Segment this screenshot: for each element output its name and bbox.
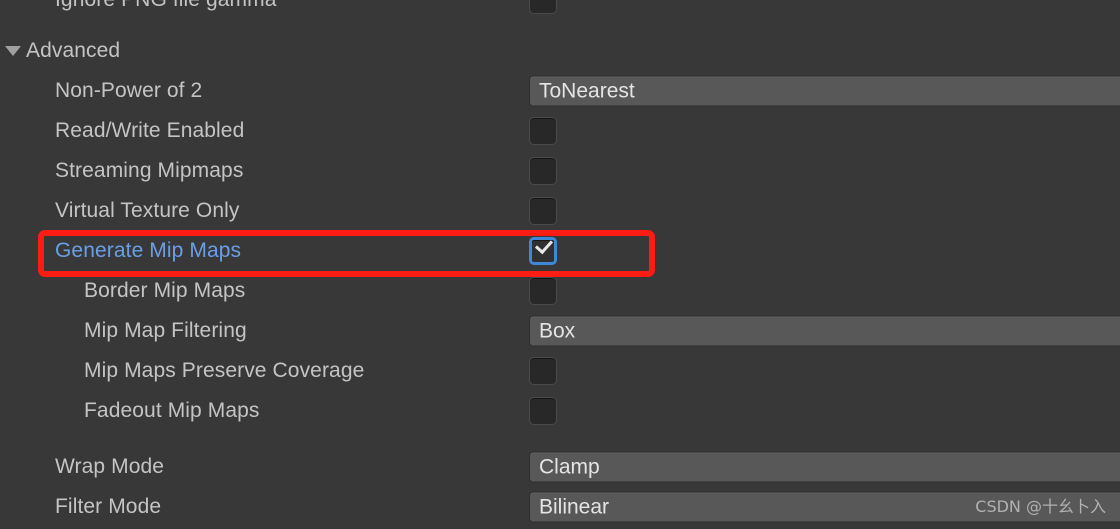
dropdown-wrap-mode[interactable]: Clamp <box>529 451 1120 483</box>
settings-row-read-write-enabled[interactable]: Read/Write Enabled <box>0 111 1120 151</box>
row-label-read-write-enabled: Read/Write Enabled <box>55 119 245 142</box>
settings-row-wrap-mode[interactable]: Wrap Mode Clamp <box>0 447 1120 487</box>
settings-row-filter-mode[interactable]: Filter Mode Bilinear <box>0 487 1120 527</box>
row-label-wrap-mode: Wrap Mode <box>55 455 165 478</box>
row-label-mip-map-filtering: Mip Map Filtering <box>84 319 247 342</box>
checkbox-ignore-png-file-gamma[interactable] <box>529 0 557 14</box>
csdn-watermark: CSDN @十幺卜入 <box>975 497 1106 516</box>
row-label-virtual-texture-only: Virtual Texture Only <box>55 199 240 222</box>
settings-row-advanced[interactable]: Advanced <box>0 31 1120 71</box>
checkbox-streaming-mipmaps[interactable] <box>529 157 557 185</box>
row-label-generate-mip-maps: Generate Mip Maps <box>55 239 242 262</box>
checkmark-icon <box>534 235 554 255</box>
settings-row-mip-map-filtering[interactable]: Mip Map Filtering Box <box>0 311 1120 351</box>
checkbox-fadeout-mip-maps[interactable] <box>529 397 557 425</box>
settings-row-fadeout-mip-maps[interactable]: Fadeout Mip Maps <box>0 391 1120 431</box>
checkbox-border-mip-maps[interactable] <box>529 277 557 305</box>
checkbox-mip-maps-preserve-coverage[interactable] <box>529 357 557 385</box>
row-label-filter-mode: Filter Mode <box>55 495 162 518</box>
settings-row-ignore-png-file-gamma[interactable]: Ignore PNG file gamma <box>0 0 1120 20</box>
dropdown-value-mip-map-filtering: Box <box>539 319 576 342</box>
checkbox-virtual-texture-only[interactable] <box>529 197 557 225</box>
texture-import-inspector-panel: Ignore PNG file gamma Advanced Non-Power o… <box>0 0 1120 529</box>
foldout-triangle-down-icon[interactable] <box>5 46 21 56</box>
settings-row-generate-mip-maps[interactable]: Generate Mip Maps <box>0 231 1120 271</box>
settings-row-border-mip-maps[interactable]: Border Mip Maps <box>0 271 1120 311</box>
dropdown-value-non-power-of-2: ToNearest <box>539 79 635 102</box>
row-label-mip-maps-preserve-coverage: Mip Maps Preserve Coverage <box>84 359 365 382</box>
dropdown-non-power-of-2[interactable]: ToNearest <box>529 75 1120 107</box>
row-label-ignore-png-file-gamma: Ignore PNG file gamma <box>55 0 277 12</box>
row-label-fadeout-mip-maps: Fadeout Mip Maps <box>84 399 260 422</box>
row-label-non-power-of-2: Non-Power of 2 <box>55 79 203 102</box>
dropdown-value-wrap-mode: Clamp <box>539 455 600 478</box>
settings-row-non-power-of-2[interactable]: Non-Power of 2 ToNearest <box>0 71 1120 111</box>
settings-row-virtual-texture-only[interactable]: Virtual Texture Only <box>0 191 1120 231</box>
row-label-advanced: Advanced <box>26 39 121 62</box>
settings-row-mip-maps-preserve-coverage[interactable]: Mip Maps Preserve Coverage <box>0 351 1120 391</box>
row-label-border-mip-maps: Border Mip Maps <box>84 279 246 302</box>
checkbox-read-write-enabled[interactable] <box>529 117 557 145</box>
settings-row-streaming-mipmaps[interactable]: Streaming Mipmaps <box>0 151 1120 191</box>
row-label-streaming-mipmaps: Streaming Mipmaps <box>55 159 244 182</box>
dropdown-value-filter-mode: Bilinear <box>539 495 610 518</box>
checkbox-generate-mip-maps[interactable] <box>529 235 557 265</box>
dropdown-mip-map-filtering[interactable]: Box <box>529 315 1120 347</box>
